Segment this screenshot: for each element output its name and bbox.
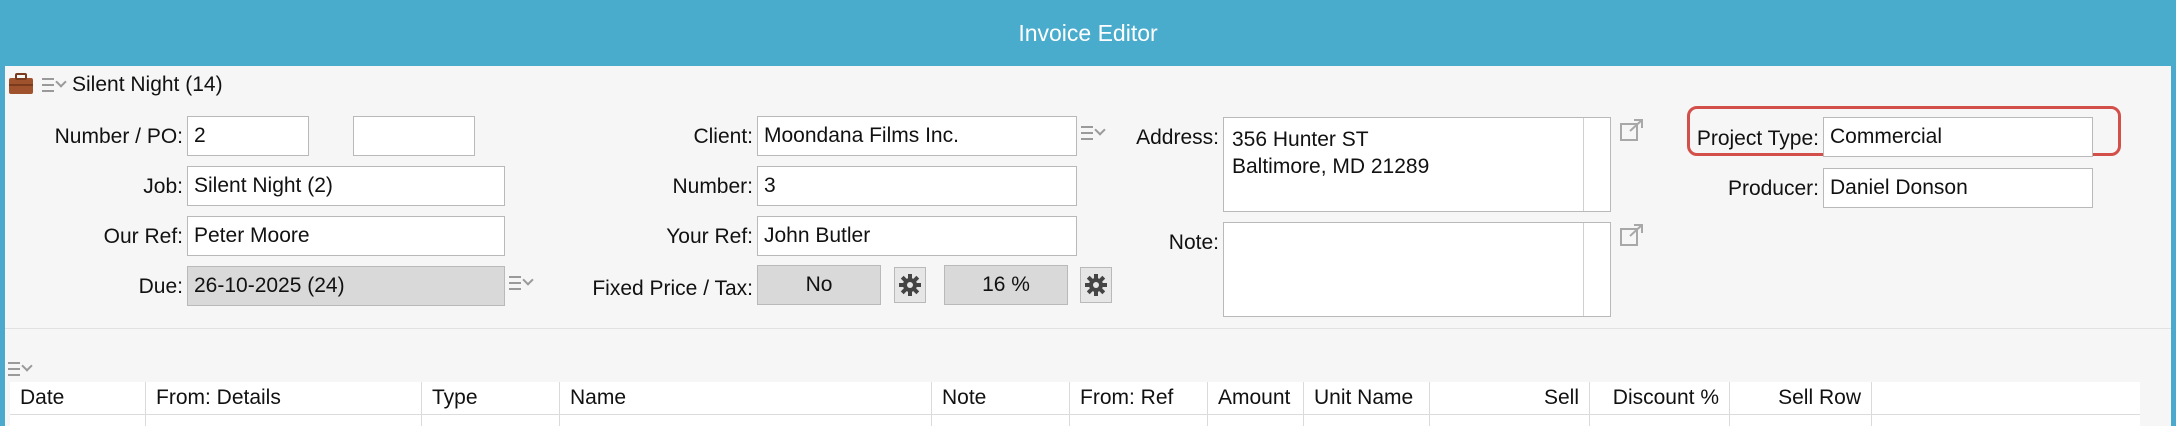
job-field[interactable]: Silent Night (2) bbox=[187, 166, 505, 206]
number-po-label: Number / PO: bbox=[54, 125, 183, 148]
invoice-number-field[interactable]: 3 bbox=[757, 166, 1077, 206]
client-label: Client: bbox=[693, 125, 753, 148]
address-label: Address: bbox=[1136, 126, 1219, 149]
job-label: Job: bbox=[143, 175, 183, 198]
address-line-2: Baltimore, MD 21289 bbox=[1232, 155, 1430, 178]
project-type-field[interactable]: Commercial bbox=[1823, 117, 2093, 157]
po-field[interactable] bbox=[353, 116, 475, 156]
column-from-ref[interactable]: From: Ref bbox=[1070, 382, 1208, 426]
fixed-price-field[interactable]: No bbox=[757, 265, 881, 305]
window-title: Invoice Editor bbox=[1018, 19, 1158, 46]
note-label: Note: bbox=[1168, 231, 1219, 254]
column-name[interactable]: Name bbox=[560, 382, 932, 426]
column-from-details[interactable]: From: Details bbox=[146, 382, 422, 426]
header-underline bbox=[10, 414, 2140, 415]
client-menu-icon[interactable] bbox=[1081, 124, 1106, 144]
address-scrollbar[interactable] bbox=[1583, 118, 1610, 211]
invoice-form-panel: Silent Night (14) Number / PO: 2 Job: Si… bbox=[5, 66, 2171, 426]
due-menu-icon[interactable] bbox=[509, 274, 534, 294]
our-ref-field[interactable]: Peter Moore bbox=[187, 216, 505, 256]
number-field[interactable]: 2 bbox=[187, 116, 309, 156]
invoice-number-label: Number: bbox=[672, 175, 753, 198]
title-bar: Invoice Editor bbox=[0, 0, 2176, 66]
client-field[interactable]: Moondana Films Inc. bbox=[757, 116, 1077, 156]
producer-label: Producer: bbox=[1727, 177, 1819, 200]
column-discount[interactable]: Discount % bbox=[1590, 382, 1730, 426]
column-unit-name[interactable]: Unit Name bbox=[1304, 382, 1430, 426]
tax-gear-button[interactable] bbox=[1080, 267, 1112, 303]
address-line-1: 356 Hunter ST bbox=[1232, 128, 1369, 151]
column-sell-row[interactable]: Sell Row bbox=[1730, 382, 1872, 426]
table-menu-icon[interactable] bbox=[8, 360, 33, 380]
note-scrollbar[interactable] bbox=[1583, 223, 1610, 316]
due-label: Due: bbox=[138, 275, 183, 298]
column-type[interactable]: Type bbox=[422, 382, 560, 426]
column-sell[interactable]: Sell bbox=[1430, 382, 1590, 426]
your-ref-label: Your Ref: bbox=[666, 225, 753, 248]
briefcase-icon bbox=[9, 73, 33, 94]
fixed-price-gear-button[interactable] bbox=[894, 267, 926, 303]
table-header: Date From: Details Type Name Note From: … bbox=[10, 382, 2140, 426]
producer-field[interactable]: Daniel Donson bbox=[1823, 168, 2093, 208]
external-link-icon[interactable] bbox=[1619, 223, 1645, 247]
note-field[interactable] bbox=[1223, 222, 1611, 317]
our-ref-label: Our Ref: bbox=[103, 225, 183, 248]
due-field[interactable]: 26-10-2025 (24) bbox=[187, 266, 505, 306]
gear-icon bbox=[899, 274, 921, 296]
tax-field[interactable]: 16 % bbox=[944, 265, 1068, 305]
your-ref-field[interactable]: John Butler bbox=[757, 216, 1077, 256]
gear-icon bbox=[1085, 274, 1107, 296]
project-type-label: Project Type: bbox=[1696, 127, 1819, 150]
section-divider bbox=[5, 328, 2171, 329]
address-field[interactable]: 356 Hunter ST Baltimore, MD 21289 bbox=[1223, 117, 1611, 212]
column-note[interactable]: Note bbox=[932, 382, 1070, 426]
external-link-icon[interactable] bbox=[1619, 118, 1645, 142]
record-title: Silent Night (14) bbox=[72, 73, 223, 96]
fixed-price-tax-label: Fixed Price / Tax: bbox=[592, 277, 753, 300]
column-date[interactable]: Date bbox=[10, 382, 146, 426]
record-menu-icon[interactable] bbox=[42, 76, 67, 96]
column-amount[interactable]: Amount bbox=[1208, 382, 1304, 426]
